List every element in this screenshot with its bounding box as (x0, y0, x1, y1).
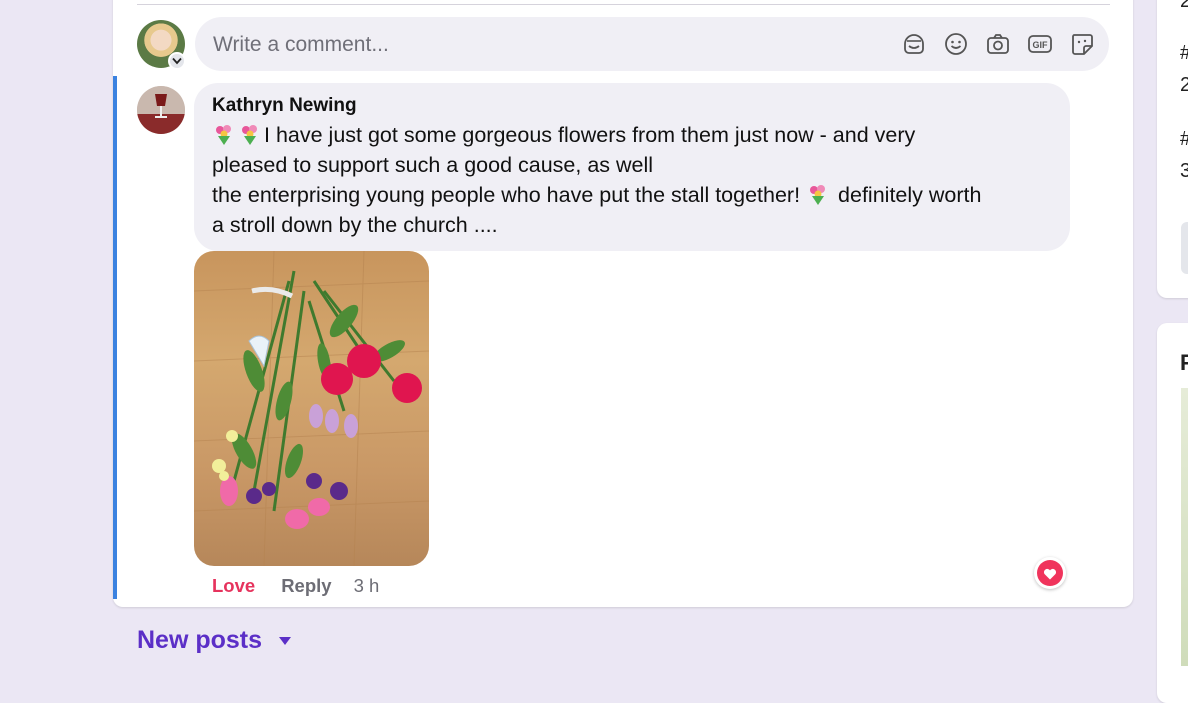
chevron-down-icon[interactable] (168, 52, 186, 70)
right-rail-button[interactable] (1181, 222, 1188, 274)
heart-reaction-icon[interactable] (1034, 557, 1066, 589)
new-posts-label: New posts (137, 626, 263, 654)
comment-body: I have just got some gorgeous flowers fr… (212, 120, 1050, 240)
comment-timestamp[interactable]: 3 h (354, 575, 380, 597)
bouquet-emoji (242, 125, 257, 145)
right-rail-text-5: 3 (1180, 160, 1188, 182)
comment-line-3: the enterprising young people who have p… (212, 183, 801, 207)
reply-button[interactable]: Reply (281, 575, 331, 597)
right-rail-heading: F (1180, 350, 1188, 375)
bouquet-emoji (810, 185, 826, 205)
comment-input[interactable] (211, 17, 875, 73)
caret-down-icon (279, 636, 292, 645)
right-rail-image[interactable] (1181, 388, 1188, 666)
commenter-avatar[interactable] (137, 86, 185, 134)
comment-line-2: pleased to support such a good cause, as… (212, 153, 654, 177)
camera-icon[interactable] (985, 31, 1011, 57)
emoji-icon[interactable] (943, 31, 969, 57)
svg-text:GIF: GIF (1033, 40, 1049, 50)
comment-composer[interactable]: GIF (195, 17, 1109, 73)
comment-line-1: I have just got some gorgeous flowers fr… (264, 123, 916, 147)
right-rail-text-2: # (1180, 42, 1188, 65)
right-rail-text-4: # (1180, 128, 1188, 151)
sticker-face-icon[interactable] (901, 31, 927, 57)
right-rail-text-3: 2 (1180, 74, 1188, 96)
comment-photo[interactable] (194, 251, 429, 566)
comment-line-5: a stroll down by the church .... (212, 213, 498, 237)
comment-actions: Love Reply 3 h (212, 575, 379, 597)
sticker-icon[interactable] (1069, 31, 1095, 57)
comment-bubble: Kathryn Newing I have just got some gorg… (194, 83, 1070, 251)
bouquet-emoji (216, 125, 231, 145)
thread-highlight-line (113, 76, 117, 599)
gif-icon[interactable]: GIF (1027, 31, 1053, 57)
comment-author[interactable]: Kathryn Newing (212, 95, 1050, 117)
new-posts-sort-button[interactable]: New posts (137, 626, 292, 655)
love-button[interactable]: Love (212, 575, 255, 597)
right-rail-text-1: 2 (1180, 0, 1188, 12)
comment-line-4: definitely worth (838, 183, 982, 207)
divider (137, 4, 1110, 5)
